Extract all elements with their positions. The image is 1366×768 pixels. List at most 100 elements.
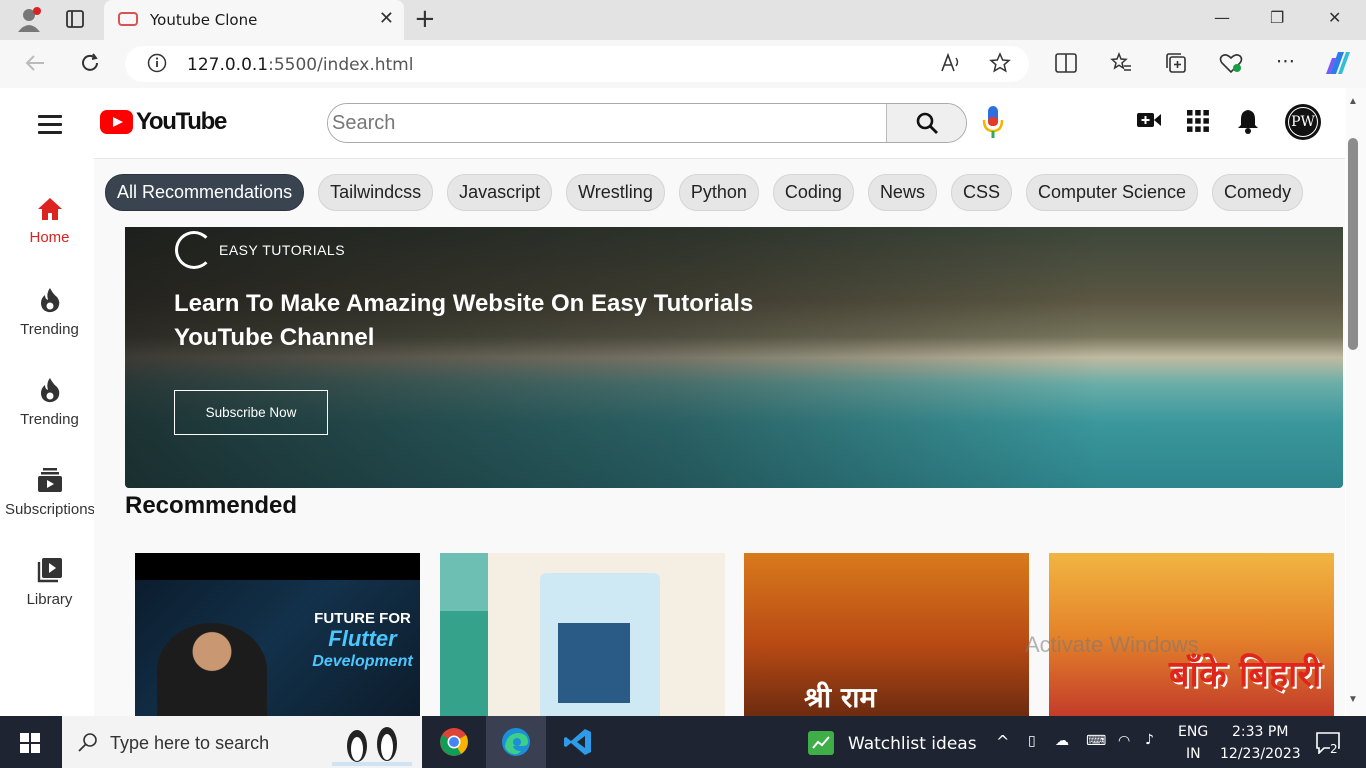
split-screen-icon[interactable] [1055,53,1077,78]
browser-essentials-icon[interactable] [1219,52,1243,79]
sidebar-item-label: Library [26,591,73,608]
watchlist-widget-icon[interactable] [808,731,834,760]
logo-text: YouTube [136,108,227,135]
copilot-icon[interactable] [1324,50,1352,81]
scroll-up-arrow-icon[interactable]: ▲ [1348,96,1358,107]
edge-taskbar-icon[interactable] [486,716,546,768]
thumbnail-window [558,623,630,703]
notifications-bell-icon[interactable] [1237,108,1259,139]
collections-icon[interactable] [1165,52,1187,79]
url-field[interactable]: 127.0.0.1:5500/index.html [125,46,1029,82]
user-avatar[interactable]: PW [1285,104,1321,140]
sidebar-item-label: Trending [20,321,79,338]
youtube-play-icon [100,110,133,134]
page-viewport: YouTube PW Home Trending Trending [5,88,1345,716]
banner-title: Learn To Make Amazing Website On Easy Tu… [174,290,754,351]
chip-computer-science[interactable]: Computer Science [1025,174,1199,211]
search-input[interactable] [328,104,886,142]
thumbnail-band [135,553,420,580]
menu-icon[interactable] [38,115,62,139]
scroll-down-arrow-icon[interactable]: ▼ [1348,694,1358,705]
read-aloud-icon[interactable] [940,52,962,78]
clock-time[interactable]: 2:33 PM [1232,724,1288,740]
chip-tailwindcss[interactable]: Tailwindcss [318,174,434,211]
taskbar-search-icon [78,733,97,752]
browser-address-bar: 127.0.0.1:5500/index.html ⋯ [0,40,1366,88]
sidebar-item-trending-2[interactable]: Trending [5,377,94,428]
tray-volume-icon[interactable]: ♪ [1145,732,1154,748]
clock-date[interactable]: 12/23/2023 [1220,746,1301,762]
easy-tutorials-logo-icon [175,231,213,269]
site-info-icon[interactable] [147,53,167,78]
back-arrow-icon[interactable] [24,52,46,79]
windows-start-icon[interactable] [20,733,40,758]
scrollbar-thumb[interactable] [1348,138,1358,350]
search-bar [327,103,967,143]
video-thumbnail[interactable] [440,553,725,716]
tray-weather-icon[interactable]: ☁ [1055,733,1069,749]
refresh-icon[interactable] [79,52,101,79]
penguins-decoration-icon [332,727,412,766]
chip-css[interactable]: CSS [950,174,1012,211]
sidebar-item-home[interactable]: Home [5,197,94,246]
sidebar-item-label: Home [29,229,70,246]
video-thumbnail[interactable]: श्री राम [744,553,1029,716]
chip-javascript[interactable]: Javascript [447,174,553,211]
apps-grid-icon[interactable] [1187,110,1209,137]
language-indicator[interactable]: ENG [1178,724,1208,740]
tab-close-button[interactable]: ✕ [379,8,394,29]
favorite-star-icon[interactable] [989,52,1011,79]
chip-comedy[interactable]: Comedy [1212,174,1304,211]
create-video-icon[interactable] [1136,110,1162,135]
thumbnail-scenery [440,553,488,716]
chip-coding[interactable]: Coding [772,174,854,211]
region-indicator[interactable]: IN [1186,746,1201,762]
sidebar-item-trending[interactable]: Trending [5,287,94,338]
sidebar-item-label: Trending [20,411,79,428]
taskbar-search-text: Type here to search [110,733,270,753]
chip-python[interactable]: Python [678,174,759,211]
tray-device-icon[interactable]: ▯ [1028,733,1036,749]
tray-wifi-icon[interactable]: ◠ [1118,733,1130,749]
minimize-button[interactable]: — [1214,8,1230,27]
sidebar-item-library[interactable]: Library [5,557,94,608]
window-close-button[interactable]: ✕ [1328,8,1341,27]
more-menu-icon[interactable]: ⋯ [1276,50,1295,72]
url-text: 127.0.0.1:5500/index.html [187,55,414,75]
banner-brand: EASY TUTORIALS [219,242,346,258]
chip-wrestling[interactable]: Wrestling [566,174,665,211]
chip-news[interactable]: News [867,174,937,211]
chip-all-recommendations[interactable]: All Recommendations [105,174,305,211]
browser-tab[interactable]: Youtube Clone ✕ [104,0,404,40]
tab-actions-icon[interactable] [66,10,84,33]
tab-favicon-icon [118,12,138,26]
maximize-button[interactable]: ❐ [1270,8,1284,27]
microphone-icon[interactable] [981,105,1005,146]
taskbar-search[interactable]: Type here to search [62,716,422,768]
vscode-taskbar-icon[interactable] [548,716,608,768]
sidebar-item-label: Subscriptions [5,501,96,518]
tray-input-icon[interactable]: ⌨ [1086,733,1106,749]
favorites-icon[interactable] [1110,51,1132,79]
browser-tab-bar: Youtube Clone ✕ + — ❐ ✕ [0,0,1366,40]
search-button[interactable] [886,104,966,142]
flame-icon [40,288,59,313]
new-tab-button[interactable]: + [414,4,436,34]
watchlist-widget-text[interactable]: Watchlist ideas [848,734,977,754]
activate-windows-watermark: Activate Windows [1025,632,1199,657]
thumbnail-text: श्री राम [804,681,877,714]
sidebar-item-subscriptions[interactable]: Subscriptions [5,467,96,518]
system-tray-expand-icon[interactable]: ^ [996,732,1009,751]
avatar-initials: PW [1291,114,1315,130]
subscriptions-icon [37,468,62,492]
profile-icon[interactable] [16,6,42,37]
chrome-taskbar-icon[interactable] [424,716,484,768]
notification-count: 2 [1330,742,1338,756]
easy-tutorials-logo: EASY TUTORIALS [175,231,345,269]
tab-title: Youtube Clone [150,11,258,29]
hero-banner: EASY TUTORIALS Learn To Make Amazing Web… [125,227,1343,488]
subscribe-now-button[interactable]: Subscribe Now [174,390,328,435]
video-thumbnail[interactable]: FUTURE FOR Flutter Development [135,553,420,716]
youtube-logo[interactable]: YouTube [100,108,227,136]
flame-icon [40,378,59,403]
